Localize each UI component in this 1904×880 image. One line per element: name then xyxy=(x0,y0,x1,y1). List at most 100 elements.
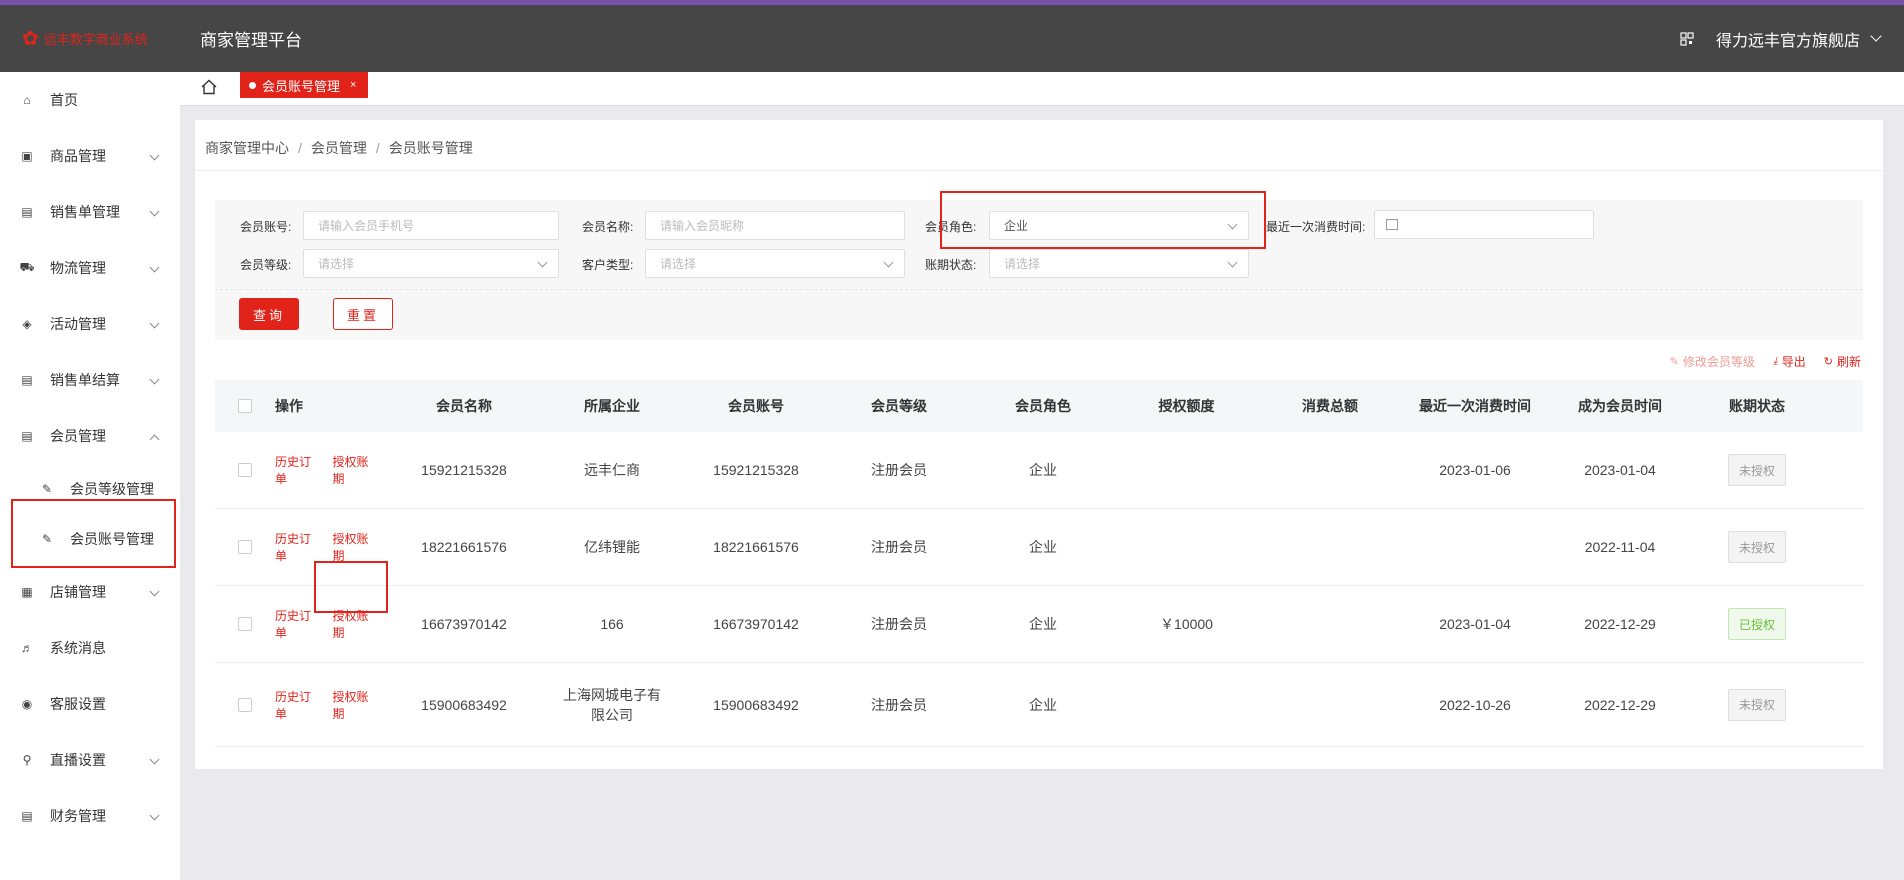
breadcrumb-item[interactable]: 会员管理 xyxy=(311,140,367,156)
status-badge: 未授权 xyxy=(1728,531,1786,563)
refresh-icon: ↻ xyxy=(1823,356,1833,368)
sidebar-item-customer-service[interactable]: ◉ 客服设置 xyxy=(0,676,180,732)
export-label: 导出 xyxy=(1781,355,1806,369)
sidebar-item-label: 店铺管理 xyxy=(50,584,106,600)
row-checkbox[interactable] xyxy=(238,463,252,477)
logo[interactable]: ✿ 远丰数字商业系统 xyxy=(22,26,200,51)
last-consume-date-picker[interactable] xyxy=(1374,210,1594,239)
term-status-placeholder: 请选择 xyxy=(1004,257,1041,271)
modify-level-label: 修改会员等级 xyxy=(1682,355,1755,369)
sidebar: ⌂ 首页 ▣ 商品管理 ▤ 销售单管理 ⛟ 物流管理 ◈ 活动管理 ▤ 销售单结… xyxy=(0,72,180,880)
history-orders-link[interactable]: 历史订单 xyxy=(275,453,317,487)
sidebar-item-messages[interactable]: ♬ 系统消息 xyxy=(0,620,180,676)
sidebar-item-sales-orders[interactable]: ▤ 销售单管理 xyxy=(0,184,180,240)
chevron-down-icon xyxy=(149,150,160,161)
select-all-checkbox[interactable] xyxy=(238,399,252,413)
member-table: 操作 会员名称 所属企业 会员账号 会员等级 会员角色 授权额度 消费总额 最近… xyxy=(215,380,1863,747)
name-input[interactable]: 请输入会员昵称 xyxy=(645,211,905,240)
history-orders-link[interactable]: 历史订单 xyxy=(275,607,317,641)
store-name-dropdown[interactable]: 得力远丰官方旗舰店 xyxy=(1716,27,1860,51)
tab-dot-icon xyxy=(249,81,256,89)
history-orders-link[interactable]: 历史订单 xyxy=(275,688,317,722)
chevron-down-icon xyxy=(1227,257,1238,268)
term-status-label: 账期状态: xyxy=(925,258,977,272)
history-orders-link[interactable]: 历史订单 xyxy=(275,530,317,564)
calendar-icon xyxy=(1386,219,1398,230)
account-label: 会员账号: xyxy=(240,220,292,234)
column-header: 成为会员时间 xyxy=(1578,398,1662,414)
level-cell: 注册会员 xyxy=(871,539,927,555)
close-icon[interactable]: × xyxy=(350,79,356,91)
sidebar-item-store[interactable]: ▦ 店铺管理 xyxy=(0,564,180,620)
account-input[interactable]: 请输入会员手机号 xyxy=(303,211,559,240)
term-status-select[interactable]: 请选择 xyxy=(989,249,1249,278)
query-button[interactable]: 查询 xyxy=(239,298,299,330)
status-badge: 未授权 xyxy=(1728,454,1786,486)
modify-level-button[interactable]: ✎ 修改会员等级 xyxy=(1670,353,1755,370)
level-label: 会员等级: xyxy=(240,258,292,272)
member-since-cell: 2022-12-29 xyxy=(1584,616,1656,632)
role-cell: 企业 xyxy=(1029,462,1057,478)
role-cell: 企业 xyxy=(1029,616,1057,632)
sidebar-item-activities[interactable]: ◈ 活动管理 xyxy=(0,296,180,352)
sidebar-item-logistics[interactable]: ⛟ 物流管理 xyxy=(0,240,180,296)
sidebar-item-finance[interactable]: ▤ 财务管理 xyxy=(0,788,180,844)
customer-type-placeholder: 请选择 xyxy=(660,257,697,271)
sidebar-item-home[interactable]: ⌂ 首页 xyxy=(0,72,180,128)
chevron-down-icon xyxy=(149,374,160,385)
row-checkbox[interactable] xyxy=(238,540,252,554)
service-icon: ◉ xyxy=(21,697,33,711)
sidebar-item-live[interactable]: ⚲ 直播设置 xyxy=(0,732,180,788)
sidebar-item-products[interactable]: ▣ 商品管理 xyxy=(0,128,180,184)
sidebar-item-label: 客服设置 xyxy=(50,696,106,712)
status-badge: 未授权 xyxy=(1728,688,1786,721)
column-header: 授权额度 xyxy=(1158,398,1215,414)
operation-cell: 历史订单 授权账期 xyxy=(275,688,390,722)
tab-member-accounts[interactable]: 会员账号管理 × xyxy=(240,72,368,98)
customer-type-select[interactable]: 请选择 xyxy=(645,249,905,278)
home-icon[interactable] xyxy=(200,78,218,96)
row-checkbox[interactable] xyxy=(238,617,252,631)
chevron-down-icon xyxy=(149,586,160,597)
chevron-down-icon xyxy=(537,257,548,268)
last-consume-cell: 2023-01-04 xyxy=(1439,616,1511,632)
chevron-down-icon xyxy=(149,262,160,273)
platform-title: 商家管理平台 xyxy=(200,31,302,50)
qrcode-icon[interactable] xyxy=(1680,31,1694,46)
sidebar-item-label: 销售单结算 xyxy=(50,372,120,388)
logo-text: 远丰数字商业系统 xyxy=(43,32,148,47)
member-since-cell: 2022-12-29 xyxy=(1584,696,1656,713)
member-name-cell: 15900683492 xyxy=(421,696,507,713)
sidebar-item-label: 商品管理 xyxy=(50,148,106,164)
sidebar-item-label: 首页 xyxy=(50,92,78,108)
chevron-down-icon[interactable] xyxy=(1870,30,1882,42)
divider xyxy=(195,170,1883,171)
level-select-placeholder: 请选择 xyxy=(318,257,355,271)
authorize-term-link[interactable]: 授权账期 xyxy=(333,530,375,564)
table-header: 操作 会员名称 所属企业 会员账号 会员等级 会员角色 授权额度 消费总额 最近… xyxy=(215,380,1863,432)
export-button[interactable]: ⤓ 导出 xyxy=(1773,353,1806,370)
sidebar-item-label: 物流管理 xyxy=(50,260,106,276)
level-select[interactable]: 请选择 xyxy=(303,249,559,278)
column-header: 最近一次消费时间 xyxy=(1419,398,1531,414)
top-header: ✿ 远丰数字商业系统 商家管理平台 得力远丰官方旗舰店 xyxy=(0,5,1904,72)
tag-icon: ◈ xyxy=(22,317,32,331)
sidebar-item-settlement[interactable]: ▤ 销售单结算 xyxy=(0,352,180,408)
store-icon: ▦ xyxy=(21,585,33,599)
customer-type-label: 客户类型: xyxy=(582,258,634,272)
sidebar-item-label: 销售单管理 xyxy=(50,204,120,220)
reset-button[interactable]: 重置 xyxy=(333,298,393,330)
authorize-term-link[interactable]: 授权账期 xyxy=(333,688,375,722)
chevron-down-icon xyxy=(149,754,160,765)
member-since-cell: 2023-01-04 xyxy=(1584,462,1656,478)
authorize-term-link[interactable]: 授权账期 xyxy=(333,453,375,487)
sidebar-item-label: 活动管理 xyxy=(50,316,106,332)
sidebar-item-members[interactable]: ▤ 会员管理 xyxy=(0,408,180,464)
refresh-button[interactable]: ↻ 刷新 xyxy=(1824,353,1861,370)
row-checkbox-cell xyxy=(215,697,275,712)
column-header: 操作 xyxy=(275,398,303,414)
breadcrumb-item[interactable]: 商家管理中心 xyxy=(205,140,289,156)
chevron-down-icon xyxy=(149,206,160,217)
sidebar-highlight-box xyxy=(11,499,176,568)
row-checkbox[interactable] xyxy=(238,697,252,712)
